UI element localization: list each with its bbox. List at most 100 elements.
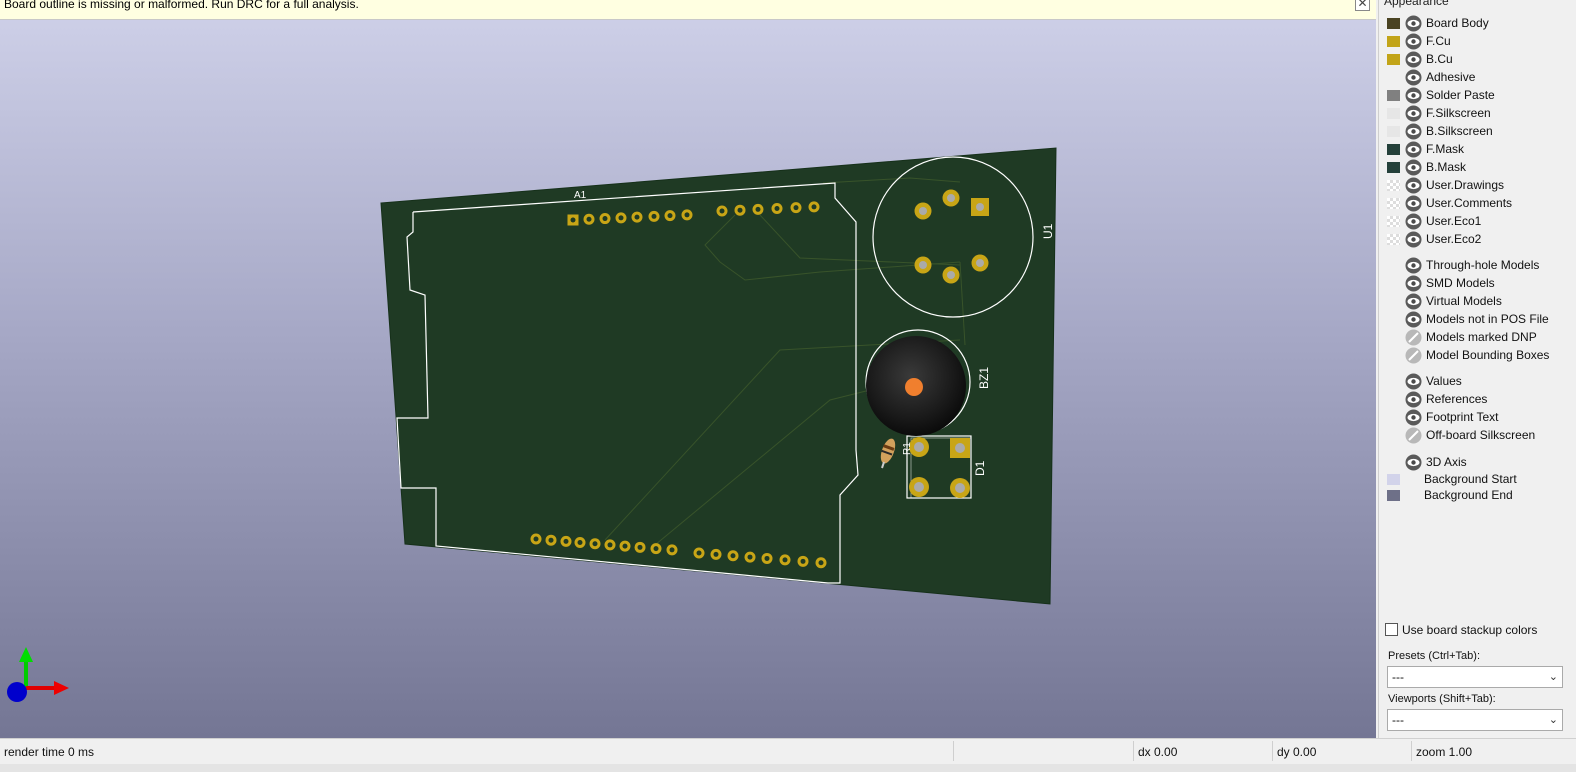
chevron-down-icon: ⌄ xyxy=(1548,714,1558,726)
eye-visible-icon[interactable] xyxy=(1405,409,1422,426)
eye-visible-icon[interactable] xyxy=(1405,15,1422,32)
appearance-row[interactable]: Footprint Text xyxy=(1379,409,1576,426)
color-swatch[interactable] xyxy=(1387,474,1400,485)
ref-d1: D1 xyxy=(973,460,987,476)
color-swatch[interactable] xyxy=(1387,18,1400,29)
eye-visible-icon[interactable] xyxy=(1405,311,1422,328)
viewports-dropdown[interactable]: --- ⌄ xyxy=(1387,709,1563,731)
eye-visible-icon[interactable] xyxy=(1405,87,1422,104)
appearance-row[interactable]: References xyxy=(1379,391,1576,408)
appearance-row-label: Models marked DNP xyxy=(1426,330,1537,344)
render-time: render time 0 ms xyxy=(4,745,95,759)
eye-hidden-icon[interactable] xyxy=(1405,427,1422,444)
color-swatch[interactable] xyxy=(1387,490,1400,501)
appearance-row-label: Background Start xyxy=(1424,472,1517,486)
appearance-row[interactable]: Virtual Models xyxy=(1379,293,1576,310)
color-swatch[interactable] xyxy=(1387,198,1400,209)
panel-title: Appearance xyxy=(1384,0,1449,8)
color-swatch[interactable] xyxy=(1387,108,1400,119)
warning-infobar: Board outline is missing or malformed. R… xyxy=(0,0,1376,20)
appearance-row-label: F.Mask xyxy=(1426,142,1465,156)
appearance-row[interactable]: Through-hole Models xyxy=(1379,257,1576,274)
eye-visible-icon[interactable] xyxy=(1405,195,1422,212)
eye-hidden-icon[interactable] xyxy=(1405,329,1422,346)
appearance-row[interactable]: Adhesive xyxy=(1379,69,1576,86)
use-stackup-colors-checkbox[interactable]: Use board stackup colors xyxy=(1385,623,1537,637)
appearance-row-label: 3D Axis xyxy=(1426,455,1467,469)
eye-visible-icon[interactable] xyxy=(1405,105,1422,122)
viewports-value: --- xyxy=(1392,713,1404,727)
appearance-row[interactable]: User.Comments xyxy=(1379,195,1576,212)
eye-visible-icon[interactable] xyxy=(1405,213,1422,230)
presets-value: --- xyxy=(1392,670,1404,684)
eye-visible-icon[interactable] xyxy=(1405,159,1422,176)
appearance-row-label: Model Bounding Boxes xyxy=(1426,348,1550,362)
appearance-row[interactable]: B.Silkscreen xyxy=(1379,123,1576,140)
appearance-row[interactable]: Off-board Silkscreen xyxy=(1379,427,1576,444)
zoom-readout: zoom 1.00 xyxy=(1416,745,1473,759)
appearance-row[interactable]: User.Drawings xyxy=(1379,177,1576,194)
appearance-row[interactable]: User.Eco1 xyxy=(1379,213,1576,230)
eye-visible-icon[interactable] xyxy=(1405,391,1422,408)
pcb-3d-render[interactable]: A1 U1 BZ1 R1 D1 xyxy=(0,0,1376,738)
appearance-row[interactable]: B.Mask xyxy=(1379,159,1576,176)
eye-visible-icon[interactable] xyxy=(1405,231,1422,248)
color-swatch[interactable] xyxy=(1387,162,1400,173)
eye-hidden-icon[interactable] xyxy=(1405,347,1422,364)
appearance-row[interactable]: Models not in POS File xyxy=(1379,311,1576,328)
appearance-row[interactable]: F.Cu xyxy=(1379,33,1576,50)
color-swatch[interactable] xyxy=(1387,126,1400,137)
appearance-row[interactable]: SMD Models xyxy=(1379,275,1576,292)
warning-message: Board outline is missing or malformed. R… xyxy=(4,0,359,11)
window-bottom-edge xyxy=(0,764,1576,772)
appearance-row-label: Models not in POS File xyxy=(1426,312,1549,326)
appearance-row[interactable]: Solder Paste xyxy=(1379,87,1576,104)
3d-viewport[interactable]: A1 U1 BZ1 R1 D1 Board outline is missing… xyxy=(0,0,1376,738)
appearance-row[interactable]: Board Body xyxy=(1379,15,1576,32)
3d-axis-gizmo xyxy=(7,647,69,702)
color-swatch[interactable] xyxy=(1387,72,1400,83)
appearance-row[interactable]: User.Eco2 xyxy=(1379,231,1576,248)
eye-visible-icon[interactable] xyxy=(1405,33,1422,50)
eye-visible-icon[interactable] xyxy=(1405,373,1422,390)
presets-label: Presets (Ctrl+Tab): xyxy=(1388,650,1480,662)
color-swatch[interactable] xyxy=(1387,90,1400,101)
color-swatch[interactable] xyxy=(1387,54,1400,65)
color-swatch[interactable] xyxy=(1387,180,1400,191)
appearance-row-label: Footprint Text xyxy=(1426,410,1499,424)
eye-visible-icon[interactable] xyxy=(1405,454,1422,471)
eye-visible-icon[interactable] xyxy=(1405,275,1422,292)
appearance-row[interactable]: F.Silkscreen xyxy=(1379,105,1576,122)
appearance-row-label: User.Eco2 xyxy=(1426,232,1482,246)
eye-visible-icon[interactable] xyxy=(1405,69,1422,86)
appearance-row[interactable]: 3D Axis xyxy=(1379,454,1576,471)
appearance-row[interactable]: Background End xyxy=(1379,487,1576,504)
appearance-panel: Appearance Board Body F.Cu B.Cu Adhesive Sol… xyxy=(1378,0,1576,738)
color-swatch[interactable] xyxy=(1387,216,1400,227)
color-swatch[interactable] xyxy=(1387,234,1400,245)
appearance-row-label: Adhesive xyxy=(1426,70,1476,84)
presets-dropdown[interactable]: --- ⌄ xyxy=(1387,666,1563,688)
appearance-row-label: Values xyxy=(1426,374,1462,388)
color-swatch[interactable] xyxy=(1387,144,1400,155)
eye-visible-icon[interactable] xyxy=(1405,123,1422,140)
eye-visible-icon[interactable] xyxy=(1405,257,1422,274)
eye-visible-icon[interactable] xyxy=(1405,293,1422,310)
appearance-row[interactable]: Values xyxy=(1379,373,1576,390)
color-swatch[interactable] xyxy=(1387,36,1400,47)
appearance-row-label: F.Silkscreen xyxy=(1426,106,1491,120)
appearance-row-label: B.Mask xyxy=(1426,160,1467,174)
appearance-row-label: Virtual Models xyxy=(1426,294,1502,308)
appearance-row[interactable]: Models marked DNP xyxy=(1379,329,1576,346)
eye-visible-icon[interactable] xyxy=(1405,177,1422,194)
checkbox-box[interactable] xyxy=(1385,623,1398,636)
eye-visible-icon[interactable] xyxy=(1405,51,1422,68)
appearance-row[interactable]: F.Mask xyxy=(1379,141,1576,158)
appearance-row-label: Solder Paste xyxy=(1426,88,1495,102)
close-warning-button[interactable]: ✕ xyxy=(1355,0,1370,11)
appearance-row[interactable]: Model Bounding Boxes xyxy=(1379,347,1576,364)
eye-visible-icon[interactable] xyxy=(1405,141,1422,158)
appearance-row[interactable]: B.Cu xyxy=(1379,51,1576,68)
appearance-row[interactable]: Background Start xyxy=(1379,471,1576,488)
use-stackup-label: Use board stackup colors xyxy=(1402,623,1538,637)
